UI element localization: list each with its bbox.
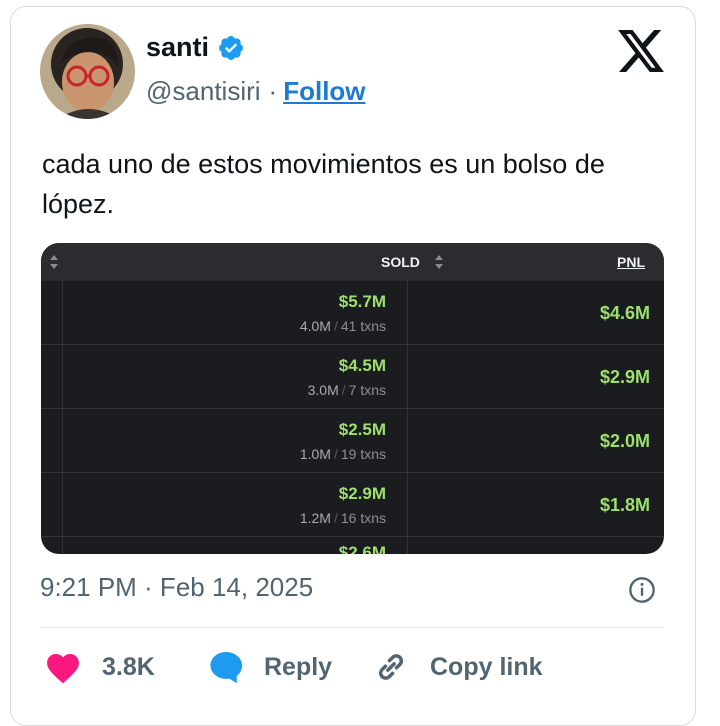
info-icon[interactable] (628, 576, 656, 604)
sold-amount: 3.0M (307, 382, 339, 398)
sold-value: $2.9M (338, 484, 386, 503)
sold-txns: 16 txns (340, 510, 386, 526)
avatar-image (40, 24, 135, 119)
sort-icon (435, 255, 443, 269)
sold-amount: 1.0M (299, 446, 331, 462)
sold-value: $5.7M (338, 292, 386, 311)
like-count: 3.8K (102, 652, 155, 681)
avatar[interactable] (40, 24, 135, 119)
pnl-value: $2.9M (599, 367, 650, 387)
copy-link-label: Copy link (430, 652, 543, 681)
author-name[interactable]: santi (146, 32, 209, 63)
sold-amount: 4.0M (299, 318, 331, 334)
table-row: $4.5M 3.0M/7 txns $2.9M (41, 345, 664, 409)
reply-bubble-icon (210, 651, 243, 684)
heart-icon (47, 654, 79, 684)
author-handle[interactable]: @santisiri (146, 76, 261, 107)
reply-label: Reply (264, 652, 333, 681)
sold-detail: 4.0M/41 txns (299, 318, 386, 334)
table-row-partial: $2.6M (41, 537, 664, 554)
follow-button[interactable]: Follow (283, 76, 365, 107)
tweet-text: cada uno de estos movimientos es un bols… (42, 149, 605, 219)
table-row: $2.5M 1.0M/19 txns $2.0M (41, 409, 664, 473)
link-icon (378, 654, 404, 680)
column-header-sold: SOLD (381, 254, 420, 270)
sold-txns: 19 txns (340, 446, 386, 462)
sold-detail: 3.0M/7 txns (307, 382, 386, 398)
sold-amount: 1.2M (299, 510, 331, 526)
action-bar: 3.8K Reply Copy link (40, 642, 670, 692)
author-name-row[interactable]: santi (146, 32, 245, 63)
pnl-value: $2.0M (599, 431, 650, 451)
table-header: SOLD PNL (41, 243, 664, 281)
sold-value: $4.5M (338, 356, 386, 375)
sold-detail: 1.2M/16 txns (299, 510, 386, 526)
like-button[interactable]: 3.8K (44, 642, 155, 692)
pnl-value: $1.8M (599, 495, 650, 515)
pnl-value: $4.6M (599, 303, 650, 323)
reply-button[interactable]: Reply (206, 642, 332, 692)
divider (40, 627, 664, 628)
handle-row: @santisiri · Follow (146, 76, 366, 107)
sold-value: $2.5M (338, 420, 386, 439)
sort-icon (50, 255, 58, 269)
table-row: $2.9M 1.2M/16 txns $1.8M (41, 473, 664, 537)
tweet-timestamp[interactable]: 9:21 PM · Feb 14, 2025 (40, 572, 313, 603)
column-header-pnl: PNL (617, 254, 645, 270)
sold-value: $2.6M (338, 543, 386, 554)
verified-badge-icon (219, 35, 243, 60)
tweet-media-image[interactable]: SOLD PNL $5.7M 4.0M/41 txns $4.6M $4.5M … (41, 243, 664, 554)
handle-separator: · (268, 76, 278, 106)
sold-txns: 41 txns (340, 318, 386, 334)
copy-link-button[interactable]: Copy link (372, 642, 543, 692)
table-row: $5.7M 4.0M/41 txns $4.6M (41, 281, 664, 345)
sold-txns: 7 txns (348, 382, 386, 398)
x-logo-icon[interactable] (618, 30, 664, 72)
sold-detail: 1.0M/19 txns (299, 446, 386, 462)
